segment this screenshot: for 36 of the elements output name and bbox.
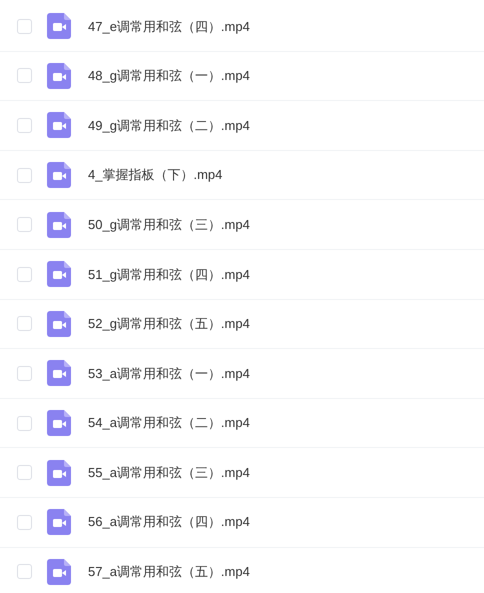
file-name[interactable]: 52_g调常用和弦（五）.mp4 — [88, 314, 250, 334]
file-name[interactable]: 53_a调常用和弦（一）.mp4 — [88, 364, 250, 384]
file-name[interactable]: 48_g调常用和弦（一）.mp4 — [88, 66, 250, 86]
video-file-icon — [47, 62, 71, 89]
checkbox[interactable] — [17, 266, 32, 282]
checkbox[interactable] — [17, 168, 32, 183]
file-name[interactable]: 47_e调常用和弦（四）.mp4 — [88, 16, 250, 36]
file-name[interactable]: 56_a调常用和弦（四）.mp4 — [88, 512, 250, 532]
checkbox[interactable] — [17, 316, 32, 332]
video-file-icon — [47, 261, 71, 288]
file-name[interactable]: 4_掌握指板（下）.mp4 — [88, 165, 222, 185]
checkbox[interactable] — [17, 366, 32, 381]
file-name[interactable]: 49_g调常用和弦（二）.mp4 — [88, 116, 250, 136]
checkbox[interactable] — [17, 564, 32, 580]
video-file-icon — [47, 310, 71, 337]
video-file-icon — [47, 360, 71, 386]
file-name[interactable]: 54_a调常用和弦（二）.mp4 — [88, 413, 250, 433]
video-file-icon — [47, 13, 71, 40]
file-name[interactable]: 51_g调常用和弦（四）.mp4 — [88, 264, 250, 284]
file-name[interactable]: 57_a调常用和弦（五）.mp4 — [88, 562, 250, 582]
video-file-icon — [47, 162, 71, 188]
video-file-icon — [47, 112, 71, 138]
checkbox[interactable] — [17, 118, 32, 133]
file-name[interactable]: 55_a调常用和弦（三）.mp4 — [88, 462, 250, 482]
video-file-icon — [47, 558, 71, 585]
checkbox[interactable] — [17, 514, 32, 530]
video-file-icon — [47, 509, 71, 536]
file-name[interactable]: 50_g调常用和弦（三）.mp4 — [88, 214, 250, 234]
checkbox[interactable] — [17, 416, 32, 431]
checkbox[interactable] — [17, 465, 32, 480]
video-file-icon — [47, 460, 71, 486]
video-file-icon — [47, 410, 71, 436]
checkbox[interactable] — [17, 217, 32, 232]
checkbox[interactable] — [17, 68, 32, 84]
video-file-icon — [47, 212, 71, 238]
checkbox[interactable] — [17, 18, 32, 34]
